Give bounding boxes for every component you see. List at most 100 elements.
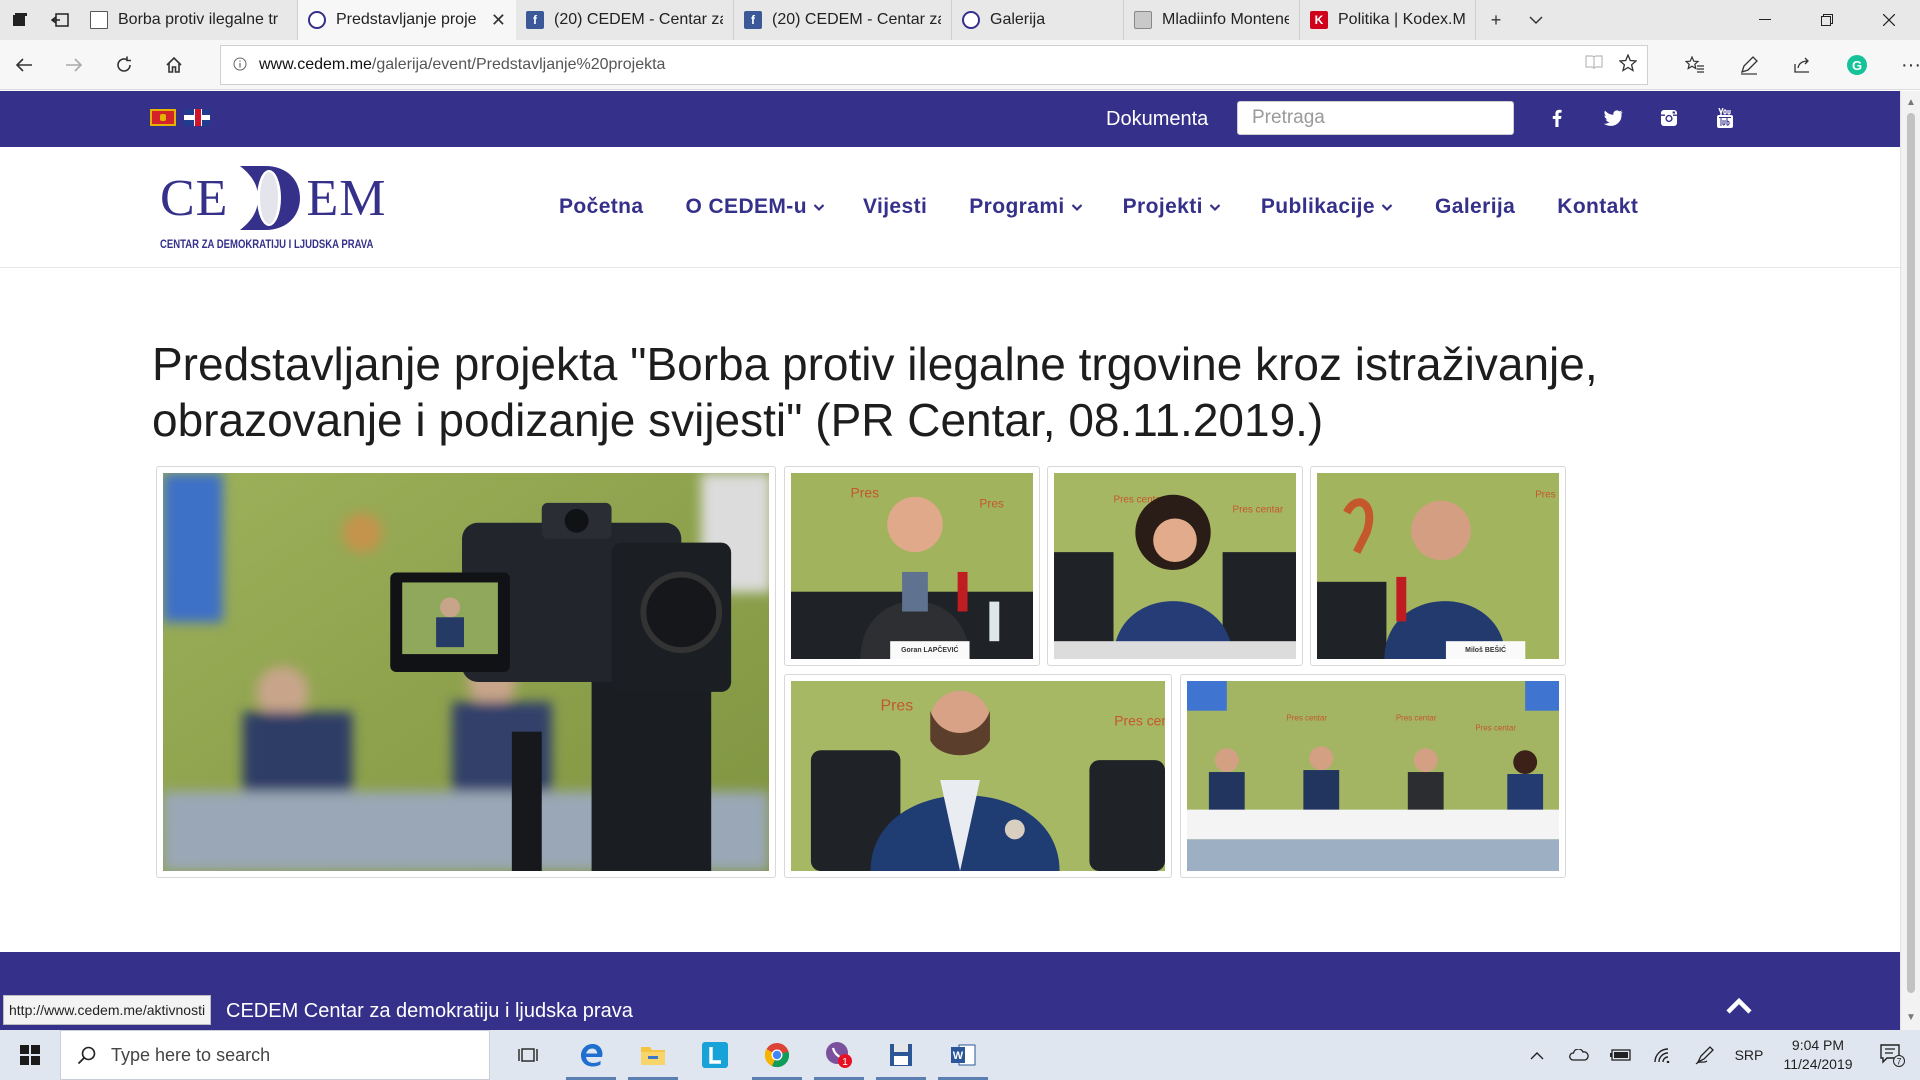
- forward-arrow-icon[interactable]: [52, 43, 96, 87]
- page-icon: [90, 11, 108, 29]
- word-icon[interactable]: W: [932, 1030, 994, 1080]
- start-button[interactable]: [0, 1030, 60, 1080]
- speaker-photo-image: Pres Miloš BEŠIĆ: [1317, 473, 1559, 659]
- onedrive-cloud-icon[interactable]: [1558, 1030, 1600, 1080]
- refresh-icon[interactable]: [102, 43, 146, 87]
- documents-link[interactable]: Dokumenta: [1106, 108, 1208, 131]
- tab-title: Mladiinfo Montenegro: [1162, 11, 1289, 28]
- twitter-icon[interactable]: [1602, 103, 1624, 133]
- nav-label: Kontakt: [1557, 195, 1639, 218]
- floppy-save-app-icon[interactable]: [870, 1030, 932, 1080]
- reading-view-icon[interactable]: [1585, 54, 1603, 77]
- uk-flag-icon[interactable]: [184, 109, 210, 126]
- nav-item-pocetna[interactable]: Početna: [559, 195, 644, 219]
- pen-ink-workspace-icon[interactable]: [1684, 1030, 1726, 1080]
- montenegro-flag-icon[interactable]: [150, 109, 176, 126]
- browser-tab-active[interactable]: Predstavljanje proje ✕: [298, 0, 516, 40]
- taskbar-clock[interactable]: 9:04 PM 11/24/2019: [1772, 1036, 1864, 1074]
- task-view-icon[interactable]: [498, 1030, 560, 1080]
- tab-title: Borba protiv ilegalne tr: [118, 11, 279, 28]
- url-field[interactable]: www.cedem.me/galerija/event/Predstavljan…: [220, 45, 1648, 85]
- svg-text:Pres centar: Pres centar: [1233, 505, 1284, 516]
- cedem-logo[interactable]: CE EM CENTAR ZA DEMOKRATIJU I LJUDSKA PR…: [160, 165, 385, 260]
- nav-item-programi[interactable]: Programi: [969, 195, 1082, 219]
- facebook-icon[interactable]: [1546, 103, 1568, 133]
- chevron-down-icon: [1381, 201, 1393, 213]
- web-note-pen-icon[interactable]: [1724, 43, 1774, 87]
- logo-right-text: EM: [306, 169, 387, 227]
- favorites-hub-icon[interactable]: [1670, 43, 1720, 87]
- browser-tab[interactable]: Borba protiv ilegalne tr: [80, 0, 298, 40]
- photo-gallery: Pres Pres Goran LAPČEVIĆ Pres centar Pre…: [156, 466, 1742, 878]
- edge-browser-icon[interactable]: [560, 1030, 622, 1080]
- nav-label: Publikacije: [1260, 195, 1375, 218]
- favorite-star-icon[interactable]: [1618, 52, 1638, 77]
- action-center-notification-icon[interactable]: 7: [1864, 1030, 1920, 1080]
- nav-item-vijesti[interactable]: Vijesti: [863, 195, 927, 219]
- battery-icon[interactable]: [1600, 1030, 1642, 1080]
- gallery-photo-speaker-3[interactable]: Pres Miloš BEŠIĆ: [1310, 466, 1566, 666]
- svg-text:W: W: [953, 1050, 964, 1062]
- kodex-icon: K: [1310, 11, 1328, 29]
- scroll-down-icon[interactable]: ▼: [1905, 1012, 1917, 1024]
- gallery-photo-panel[interactable]: Pres centar Pres centar Pres centar: [1180, 674, 1566, 878]
- nav-item-publikacije[interactable]: Publikacije: [1261, 195, 1393, 219]
- gallery-photo-speaker-2[interactable]: Pres centar Pres centar: [1047, 466, 1303, 666]
- set-aside-tabs-icon[interactable]: [40, 0, 80, 40]
- logo-d-emblem-icon: [240, 166, 301, 230]
- tab-list-chevron-down-icon[interactable]: [1516, 0, 1556, 40]
- browser-tab[interactable]: K Politika | Kodex.ME: [1300, 0, 1476, 40]
- input-language-indicator[interactable]: SRP: [1726, 1030, 1772, 1080]
- chevron-down-icon: [813, 201, 825, 213]
- show-hidden-icons-chevron-up-icon[interactable]: [1516, 1030, 1558, 1080]
- chrome-icon[interactable]: [746, 1030, 808, 1080]
- nav-item-kontakt[interactable]: Kontakt: [1557, 195, 1638, 219]
- youtube-icon[interactable]: [1714, 103, 1736, 133]
- viber-icon[interactable]: 1: [808, 1030, 870, 1080]
- file-explorer-icon[interactable]: [622, 1030, 684, 1080]
- scroll-up-icon[interactable]: ▲: [1905, 97, 1917, 109]
- gallery-photo-camera[interactable]: [156, 466, 776, 878]
- browser-tab[interactable]: Galerija: [952, 0, 1124, 40]
- nav-item-projekti[interactable]: Projekti: [1123, 195, 1221, 219]
- browser-tab[interactable]: Mladiinfo Montenegro: [1124, 0, 1300, 40]
- cedem-icon: [308, 11, 326, 29]
- gallery-photo-speaker-4[interactable]: Pres Pres cent: [784, 674, 1172, 878]
- site-info-icon[interactable]: [233, 57, 259, 74]
- nav-item-o-cedem-u[interactable]: O CEDEM-u: [686, 195, 825, 219]
- grammarly-extension-icon[interactable]: G: [1832, 43, 1882, 87]
- back-to-top-chevron-up-icon[interactable]: [1725, 996, 1753, 1016]
- launcher-l-app-icon[interactable]: [684, 1030, 746, 1080]
- gallery-photo-speaker-1[interactable]: Pres Pres Goran LAPČEVIĆ: [784, 466, 1040, 666]
- site-search-input[interactable]: [1237, 101, 1514, 135]
- tab-actions-icon[interactable]: [0, 0, 40, 40]
- wifi-icon[interactable]: [1642, 1030, 1684, 1080]
- viber-badge: 1: [842, 1057, 848, 1068]
- home-icon[interactable]: [152, 43, 196, 87]
- nav-label: Početna: [559, 195, 644, 218]
- restore-icon[interactable]: [1796, 0, 1858, 40]
- speaker-photo-image: Pres centar Pres centar: [1054, 473, 1296, 659]
- search-icon: [77, 1046, 96, 1065]
- svg-text:Pres: Pres: [851, 485, 880, 501]
- share-icon[interactable]: [1778, 43, 1828, 87]
- camera-photo-image: [163, 473, 769, 871]
- instagram-icon[interactable]: [1658, 103, 1680, 133]
- link-preview-status: http://www.cedem.me/aktivnosti: [3, 995, 212, 1025]
- taskbar-search-placeholder: Type here to search: [111, 1044, 271, 1065]
- nav-item-galerija[interactable]: Galerija: [1435, 195, 1515, 219]
- close-window-icon[interactable]: [1858, 0, 1920, 40]
- more-menu-icon[interactable]: ···: [1886, 43, 1920, 87]
- page-scrollbar[interactable]: ▲ ▼: [1900, 91, 1920, 1030]
- scroll-thumb[interactable]: [1907, 113, 1915, 993]
- browser-tab[interactable]: f (20) CEDEM - Centar za: [516, 0, 734, 40]
- close-tab-icon[interactable]: ✕: [491, 10, 506, 31]
- new-tab-icon[interactable]: +: [1476, 0, 1516, 40]
- minimize-icon[interactable]: [1734, 0, 1796, 40]
- logo-left-text: CE: [160, 169, 229, 227]
- tab-title: (20) CEDEM - Centar za: [554, 11, 723, 28]
- browser-tab[interactable]: f (20) CEDEM - Centar za: [734, 0, 952, 40]
- tab-title: Predstavljanje proje: [336, 11, 477, 28]
- taskbar-search-box[interactable]: Type here to search: [60, 1030, 490, 1080]
- back-arrow-icon[interactable]: [2, 43, 46, 87]
